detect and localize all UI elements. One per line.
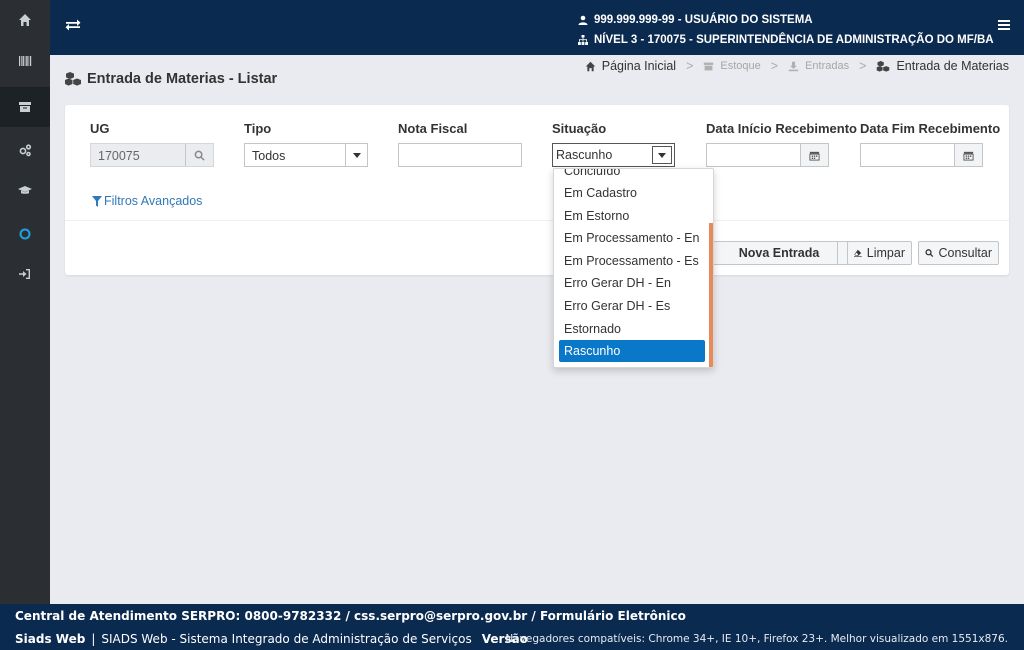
situacao-option[interactable]: Estornado xyxy=(559,318,705,340)
footer: Central de Atendimento SERPRO: 0800-9782… xyxy=(0,604,1024,650)
home-icon xyxy=(19,14,31,26)
barcode-icon xyxy=(19,56,32,66)
tipo-select[interactable]: Todos xyxy=(244,143,368,167)
sidebar-item-home[interactable] xyxy=(0,0,50,40)
panel-divider xyxy=(65,220,1009,221)
archive-icon xyxy=(704,62,714,70)
footer-app-info: Siads Web | SIADS Web - Sistema Integrad… xyxy=(15,632,528,646)
calendar-icon xyxy=(809,151,820,161)
breadcrumb-separator: > xyxy=(686,59,694,73)
user-icon xyxy=(578,15,588,25)
situacao-option[interactable]: Concluído xyxy=(559,169,705,182)
footer-app-name: Siads Web xyxy=(15,632,86,646)
breadcrumb-separator: > xyxy=(859,59,867,73)
filter-icon xyxy=(92,195,102,207)
exchange-icon xyxy=(65,19,81,31)
situacao-dropdown-list: Concluído Em Cadastro Em Estorno Em Proc… xyxy=(553,168,714,368)
cogs-icon xyxy=(19,144,32,157)
chevron-down-icon xyxy=(345,144,367,166)
data-inicio-label: Data Início Recebimento xyxy=(706,121,857,136)
calendar-icon xyxy=(963,151,974,161)
ug-label: UG xyxy=(90,121,110,136)
situacao-option[interactable]: Erro Gerar DH - En xyxy=(559,272,705,294)
nova-entrada-button[interactable]: Nova Entrada xyxy=(706,241,838,265)
nota-fiscal-input[interactable] xyxy=(398,143,522,167)
circle-icon xyxy=(19,228,31,240)
user-level: NÍVEL 3 - 170075 - SUPERINTENDÊNCIA DE A… xyxy=(594,34,994,46)
footer-compat: Navegadores compatíveis: Chrome 34+, IE … xyxy=(505,633,1008,645)
home-icon xyxy=(585,61,595,71)
sidebar-item-logout[interactable] xyxy=(0,254,50,294)
ug-search-button[interactable] xyxy=(185,144,213,166)
cubes-icon xyxy=(65,72,81,86)
archive-icon xyxy=(19,102,31,112)
menu-button[interactable] xyxy=(998,19,1010,31)
nova-entrada-label: Nova Entrada xyxy=(738,246,820,260)
data-fim-label: Data Fim Recebimento xyxy=(860,121,1001,136)
consultar-label: Consultar xyxy=(938,246,993,260)
hamburger-icon xyxy=(998,20,1010,30)
page-title: Entrada de Materias - Listar xyxy=(65,71,277,87)
cubes-icon xyxy=(877,60,890,72)
breadcrumb-entradas[interactable]: Entradas xyxy=(805,60,849,72)
advanced-filters-link[interactable]: Filtros Avançados xyxy=(92,194,202,208)
consultar-button[interactable]: Consultar xyxy=(918,241,999,265)
footer-support: Central de Atendimento SERPRO: 0800-9782… xyxy=(15,609,686,623)
situacao-value: Rascunho xyxy=(556,148,613,162)
sidebar-item-settings[interactable] xyxy=(0,130,50,170)
nota-fiscal-label: Nota Fiscal xyxy=(398,121,468,136)
sidebar-item-barcode[interactable] xyxy=(0,41,50,81)
sitemap-icon xyxy=(578,35,588,45)
situacao-option[interactable]: Em Processamento - En xyxy=(559,227,705,249)
data-inicio-input[interactable] xyxy=(706,143,829,167)
situacao-option-selected[interactable]: Rascunho xyxy=(559,340,705,362)
breadcrumb-separator: > xyxy=(770,59,779,73)
advanced-filters-label: Filtros Avançados xyxy=(104,194,203,208)
filter-panel: UG 170075 Tipo Todos Nota Fiscal Situaçã… xyxy=(65,105,1009,275)
situacao-select[interactable]: Rascunho xyxy=(552,143,675,167)
user-info: 999.999.999-99 - USUÁRIO DO SISTEMA NÍVE… xyxy=(578,10,994,50)
tipo-value: Todos xyxy=(252,149,286,163)
footer-app-desc: SIADS Web - Sistema Integrado de Adminis… xyxy=(101,632,472,646)
graduation-cap-icon xyxy=(18,186,32,194)
limpar-label: Limpar xyxy=(866,246,905,260)
eraser-icon xyxy=(854,249,862,257)
data-inicio-calendar-button[interactable] xyxy=(800,144,828,166)
situacao-option[interactable]: Em Processamento - Es xyxy=(559,250,705,272)
topbar: 999.999.999-99 - USUÁRIO DO SISTEMA NÍVE… xyxy=(50,0,1024,55)
breadcrumb-current: Entrada de Materias xyxy=(896,59,1009,73)
ug-field[interactable]: 170075 xyxy=(90,143,214,167)
footer-pipe: | xyxy=(91,632,96,646)
tipo-label: Tipo xyxy=(244,121,272,136)
search-icon xyxy=(925,249,934,257)
sidebar-item-status[interactable] xyxy=(0,214,50,254)
situacao-option[interactable]: Em Estorno xyxy=(559,205,705,227)
limpar-button[interactable]: Limpar xyxy=(847,241,912,265)
breadcrumb-home[interactable]: Página Inicial xyxy=(602,59,676,73)
download-icon xyxy=(788,61,799,71)
user-name: 999.999.999-99 - USUÁRIO DO SISTEMA xyxy=(594,14,813,26)
chevron-down-icon xyxy=(652,146,672,164)
data-fim-calendar-button[interactable] xyxy=(954,144,982,166)
page-title-text: Entrada de Materias - Listar xyxy=(87,71,278,87)
ug-value: 170075 xyxy=(98,149,140,163)
sidebar xyxy=(0,0,50,604)
sign-in-icon xyxy=(19,269,30,279)
situacao-option[interactable]: Erro Gerar DH - Es xyxy=(559,295,705,317)
situacao-label: Situação xyxy=(552,121,607,136)
breadcrumb-estoque[interactable]: Estoque xyxy=(720,60,760,72)
breadcrumb: Página Inicial > Estoque > Entradas > En… xyxy=(585,59,1009,73)
sidebar-item-archive[interactable] xyxy=(0,87,50,127)
search-icon xyxy=(194,150,205,161)
sidebar-item-training[interactable] xyxy=(0,170,50,210)
data-fim-input[interactable] xyxy=(860,143,983,167)
dropdown-scrollbar[interactable] xyxy=(709,223,713,367)
toggle-sidebar-button[interactable] xyxy=(64,16,82,34)
situacao-option[interactable]: Em Cadastro xyxy=(559,182,705,204)
